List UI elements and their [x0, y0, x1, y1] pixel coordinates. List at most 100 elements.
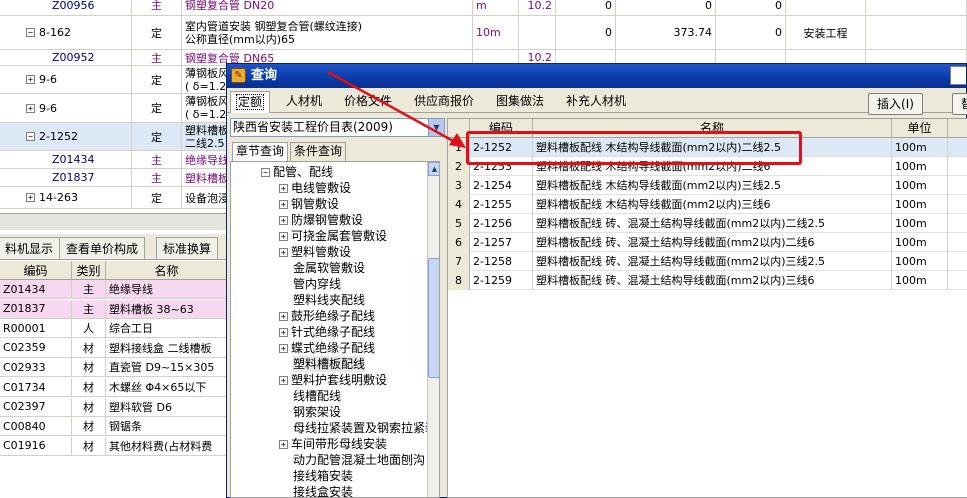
cell-code-text: Z01434: [52, 153, 95, 166]
cell-unit: m: [473, 0, 519, 15]
tree-node[interactable]: + 塑料护套线明敷设: [279, 372, 387, 388]
main-table-row[interactable]: −8-162 定室内管道安装 钢塑复合管(螺纹连接) 公称直径(mm以内)65 10m…: [0, 16, 967, 50]
tree-node[interactable]: + 鼓形绝缘子配线: [279, 308, 375, 324]
tree-node[interactable]: + 车间带形母线安装: [279, 436, 387, 452]
material-row[interactable]: C02933 材直瓷管 D9~15×305: [0, 358, 228, 378]
tree-node[interactable]: 塑料槽板配线: [279, 356, 366, 372]
cell-name: 直瓷管 D9~15×305: [106, 358, 228, 377]
cell-name-lines: 薄钢板风( δ=1.2: [185, 95, 229, 121]
tab-price-file[interactable]: 价格文件: [339, 91, 397, 113]
material-row[interactable]: C01734 材木螺丝 Φ4×65以下: [0, 378, 228, 397]
cell-name-lines: 薄钢板风( δ=1.2: [185, 67, 229, 93]
tab-material-display[interactable]: 料机显示: [0, 237, 61, 259]
col-name-header: 名称: [106, 261, 228, 279]
material-grid: 编码 类别 名称 Z01434 主绝缘导线 Z01837 主塑料槽板 38~63 R00…: [0, 261, 228, 498]
tree-node[interactable]: + 针式绝缘子配线: [279, 324, 375, 340]
tree-node[interactable]: 金属软管敷设: [279, 260, 365, 276]
expand-icon[interactable]: +: [279, 215, 288, 225]
material-row[interactable]: C00840 材钢锯条: [0, 417, 228, 437]
cell-type: 材: [72, 378, 106, 396]
splitter-bar[interactable]: [0, 213, 228, 230]
tree-node[interactable]: + 电线管敷设: [279, 180, 351, 196]
tab-price-composition[interactable]: 查看单价构成: [59, 237, 146, 259]
tree-node[interactable]: + 可挠金属套管敷设: [279, 228, 387, 244]
main-table-row[interactable]: Z00956 主钢塑复合管 DN20 m 10.2 0 0 0: [0, 0, 967, 16]
tree-node[interactable]: + 钢管敷设: [279, 196, 339, 212]
tree-node[interactable]: 线槽配线: [279, 388, 341, 404]
cell-name: 综合工日: [106, 319, 228, 338]
tree-scrollbar[interactable]: ▲: [427, 162, 439, 497]
expand-icon[interactable]: +: [26, 103, 35, 113]
tree-node[interactable]: 管内穿线: [279, 276, 341, 292]
result-row[interactable]: 5 2-1256 塑料槽板配线 砖、混凝土结构导线截面(mm2以内)二线2.5 100…: [448, 214, 967, 233]
collapse-icon[interactable]: −: [26, 28, 35, 37]
tree-node[interactable]: 接线箱安装: [279, 468, 353, 484]
tree-node-label: 蝶式绝缘子配线: [291, 341, 376, 355]
tab-chapter-query[interactable]: 章节查询: [232, 142, 289, 161]
tab-supplier-quote[interactable]: 供应商报价: [409, 91, 479, 113]
tab-quota[interactable]: 定额: [230, 91, 271, 113]
tree-node[interactable]: + 蝶式绝缘子配线: [279, 340, 375, 356]
tree-node[interactable]: 动力配管混凝土地面刨沟: [279, 452, 425, 468]
expand-icon[interactable]: +: [26, 75, 35, 84]
cell-rownum: 1: [448, 138, 470, 157]
expand-icon[interactable]: +: [279, 231, 288, 241]
tab-supplement-materials[interactable]: 补充人材机: [561, 91, 631, 113]
chevron-down-icon[interactable]: ▼: [428, 119, 444, 136]
material-row[interactable]: Z01434 主绝缘导线: [0, 280, 228, 299]
tab-atlas-method[interactable]: 图集做法: [491, 91, 549, 113]
cell-code: Z01837: [0, 169, 132, 186]
result-row[interactable]: 7 2-1258 塑料槽板配线 砖、混凝土结构导线截面(mm2以内)三线2.5 100…: [448, 252, 967, 271]
material-row[interactable]: C01916 材其他材料费(占材料费: [0, 436, 228, 456]
material-row[interactable]: R00001 人综合工日: [0, 319, 228, 339]
cell-code: 2-1255: [470, 195, 533, 214]
tab-standard-conversion[interactable]: 标准换算: [156, 237, 219, 259]
expand-icon[interactable]: +: [279, 247, 288, 257]
tree-node[interactable]: − 配管、配线: [261, 164, 333, 180]
result-row[interactable]: 2 2-1253 塑料槽板配线 木结构导线截面(mm2以内)二线6 100m: [448, 157, 967, 176]
collapse-icon[interactable]: −: [261, 167, 270, 177]
expand-icon[interactable]: +: [279, 199, 288, 209]
tab-condition-query[interactable]: 条件查询: [290, 142, 347, 161]
result-row[interactable]: 3 2-1254 塑料槽板配线 木结构导线截面(mm2以内)三线2.5 100m: [448, 176, 967, 195]
expand-icon[interactable]: +: [279, 327, 288, 337]
cell-name: 钢塑复合管 DN20: [182, 0, 473, 15]
result-row[interactable]: 4 2-1255 塑料槽板配线 木结构导线截面(mm2以内)三线6 100m: [448, 195, 967, 214]
tree-node[interactable]: 母线拉紧装置及钢索拉紧装置: [279, 420, 439, 436]
cell-code: Z00952: [0, 50, 132, 65]
tree-node[interactable]: 接线盒安装: [279, 484, 353, 497]
result-row[interactable]: 1 2-1252 塑料槽板配线 木结构导线截面(mm2以内)二线2.5 100m: [448, 138, 967, 157]
tree-node[interactable]: + 防爆钢管敷设: [279, 212, 363, 228]
expand-icon[interactable]: +: [26, 193, 35, 202]
tree-node[interactable]: + 塑料管敷设: [279, 244, 351, 260]
result-row[interactable]: 6 2-1257 塑料槽板配线 砖、混凝土结构导线截面(mm2以内)二线6 100m: [448, 233, 967, 252]
col-type-header: 类别: [72, 261, 106, 279]
material-row[interactable]: C02397 材塑料软管 D6: [0, 397, 228, 417]
tree-node-label: 动力配管混凝土地面刨沟: [293, 453, 426, 467]
insert-button[interactable]: 插入(I): [868, 93, 923, 115]
tree-node[interactable]: 塑料线夹配线: [279, 292, 365, 308]
close-icon[interactable]: [950, 66, 966, 85]
expand-icon[interactable]: +: [279, 311, 288, 321]
collapse-icon[interactable]: −: [26, 132, 35, 141]
cell-code: 2-1252: [470, 138, 533, 157]
cell-code: C00840: [0, 417, 72, 436]
tree-node[interactable]: 钢索架设: [279, 404, 341, 420]
expand-icon[interactable]: +: [279, 183, 288, 193]
col-name-header: 名称: [533, 119, 892, 138]
result-row[interactable]: 8 2-1259 塑料槽板配线 砖、混凝土结构导线截面(mm2以内)三线6 100m: [448, 271, 967, 290]
cell-code-text: 14-263: [39, 191, 78, 204]
expand-icon[interactable]: +: [279, 375, 288, 385]
cell-name: 木螺丝 Φ4×65以下: [106, 378, 228, 396]
replace-button[interactable]: 替: [952, 93, 967, 115]
library-select[interactable]: 陕西省安装工程价目表(2009) ▼: [230, 118, 445, 137]
col-unit-header: 单位: [892, 119, 948, 138]
expand-icon[interactable]: +: [279, 439, 288, 449]
scroll-thumb[interactable]: [428, 258, 439, 378]
expand-icon[interactable]: +: [279, 343, 288, 353]
material-row[interactable]: Z01837 主塑料槽板 38~63: [0, 299, 228, 319]
material-row[interactable]: C02359 材塑料接线盒 二线槽板: [0, 338, 228, 358]
scroll-up-icon[interactable]: ▲: [428, 162, 439, 176]
tab-labor-material-machine[interactable]: 人材机: [281, 91, 327, 113]
dialog-titlebar[interactable]: ✎ 查询: [227, 64, 966, 88]
